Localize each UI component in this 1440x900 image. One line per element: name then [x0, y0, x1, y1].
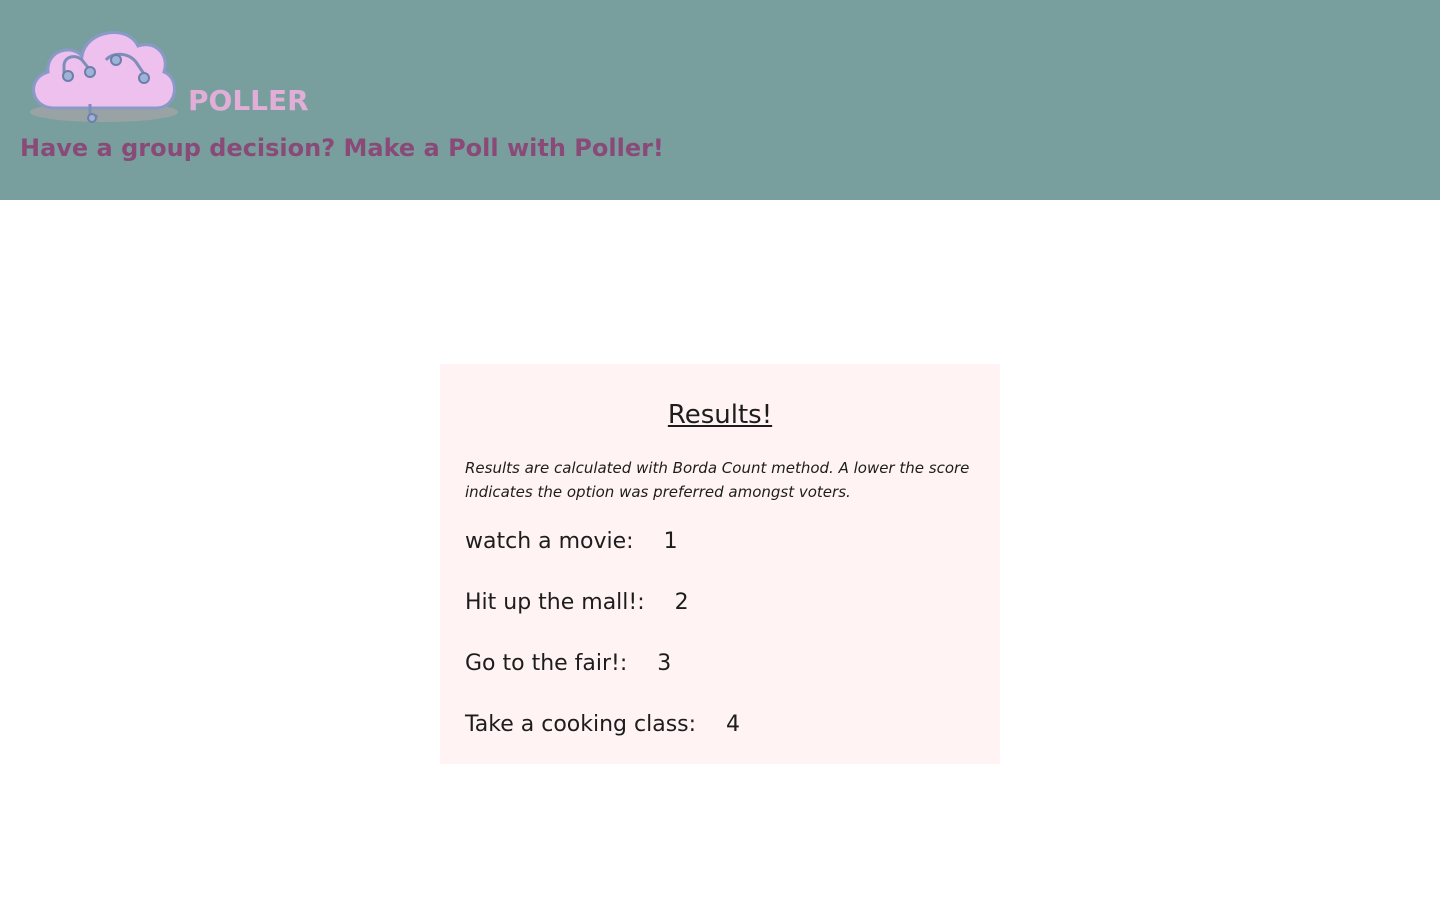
results-note: Results are calculated with Borda Count … [465, 459, 970, 501]
results-list: watch a movie: 1 Hit up the mall!: 2 Go to… [465, 530, 975, 774]
result-label: watch a movie: [465, 529, 634, 554]
result-label: Hit up the mall!: [465, 590, 645, 615]
results-card: Results! Results are calculated with Bor… [440, 364, 1000, 764]
brand-name[interactable]: POLLER [188, 84, 309, 117]
result-score: 1 [663, 529, 678, 554]
site-header: POLLER Have a group decision? Make a Pol… [0, 0, 1440, 200]
cloud-circuit-icon[interactable] [20, 16, 188, 128]
result-item: watch a movie: 1 [465, 530, 975, 591]
result-item: Hit up the mall!: 2 [465, 591, 975, 652]
result-item: Go to the fair!: 3 [465, 652, 975, 713]
result-label: Go to the fair!: [465, 651, 628, 676]
tagline: Have a group decision? Make a Poll with … [20, 134, 664, 162]
result-score: 4 [726, 712, 741, 737]
results-title: Results! [667, 400, 773, 430]
result-label: Take a cooking class: [465, 712, 697, 737]
result-item: Take a cooking class: 4 [465, 713, 975, 774]
result-score: 2 [674, 590, 689, 615]
result-score: 3 [657, 651, 672, 676]
